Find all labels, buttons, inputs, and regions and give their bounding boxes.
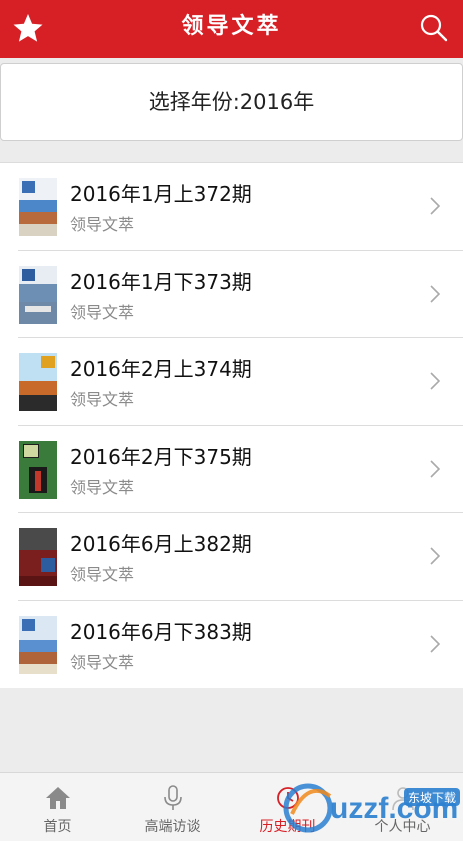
issue-cover-image xyxy=(19,178,57,236)
search-icon[interactable] xyxy=(419,13,449,43)
issue-title: 2016年2月上374期 xyxy=(70,357,252,381)
chevron-right-icon xyxy=(430,284,441,303)
watermark-badge: 东坡下载 xyxy=(408,791,456,805)
issue-list-item[interactable]: 2016年2月上374期 领导文萃 xyxy=(0,338,463,426)
top-app-bar: 领导文萃 xyxy=(0,0,463,58)
home-icon xyxy=(45,787,70,809)
issue-list-item[interactable]: 2016年1月下373期 领导文萃 xyxy=(0,251,463,338)
issue-cover-image xyxy=(19,440,57,499)
issue-subtitle: 领导文萃 xyxy=(70,477,135,497)
issue-subtitle: 领导文萃 xyxy=(70,565,135,584)
page-title: 领导文萃 xyxy=(181,14,282,39)
issue-title: 2016年1月下373期 xyxy=(70,269,252,294)
issue-subtitle: 领导文萃 xyxy=(70,390,135,409)
tab-label: 高端访谈 xyxy=(144,819,201,835)
chevron-right-icon xyxy=(430,372,441,390)
tab-home[interactable]: 首页 xyxy=(0,773,115,841)
tab-interviews[interactable]: 高端访谈 xyxy=(115,773,230,841)
issue-list: 2016年1月上372期 领导文萃 2016年1月下373期 领导文萃 2016… xyxy=(0,162,463,688)
issue-list-item[interactable]: 2016年6月上382期 领导文萃 xyxy=(0,513,463,601)
issue-list-item[interactable]: 2016年2月下375期 领导文萃 xyxy=(0,426,463,513)
issue-title: 2016年6月上382期 xyxy=(70,532,252,556)
issue-cover-image xyxy=(19,528,57,586)
issue-title: 2016年2月下375期 xyxy=(70,444,252,469)
chevron-right-icon xyxy=(430,634,441,653)
issue-list-item[interactable]: 2016年6月下383期 领导文萃 xyxy=(0,601,463,689)
chevron-right-icon xyxy=(430,197,441,215)
issue-subtitle: 领导文萃 xyxy=(70,215,135,234)
watermark-logo: uzzf.com 东坡下载 xyxy=(283,783,460,833)
issue-cover-image xyxy=(19,265,57,324)
year-selector-button[interactable]: 选择年份:2016年 xyxy=(0,63,463,141)
issue-cover-image xyxy=(19,353,57,411)
chevron-right-icon xyxy=(430,459,441,478)
microphone-icon xyxy=(163,785,182,810)
issue-cover-image xyxy=(19,615,57,674)
issue-subtitle: 领导文萃 xyxy=(70,302,135,322)
issue-title: 2016年6月下383期 xyxy=(70,619,252,644)
issue-title: 2016年1月上372期 xyxy=(70,182,252,206)
issue-subtitle: 领导文萃 xyxy=(70,652,135,672)
tab-label: 首页 xyxy=(43,819,72,835)
issue-list-item[interactable]: 2016年1月上372期 领导文萃 xyxy=(0,163,463,251)
chevron-right-icon xyxy=(430,547,441,565)
